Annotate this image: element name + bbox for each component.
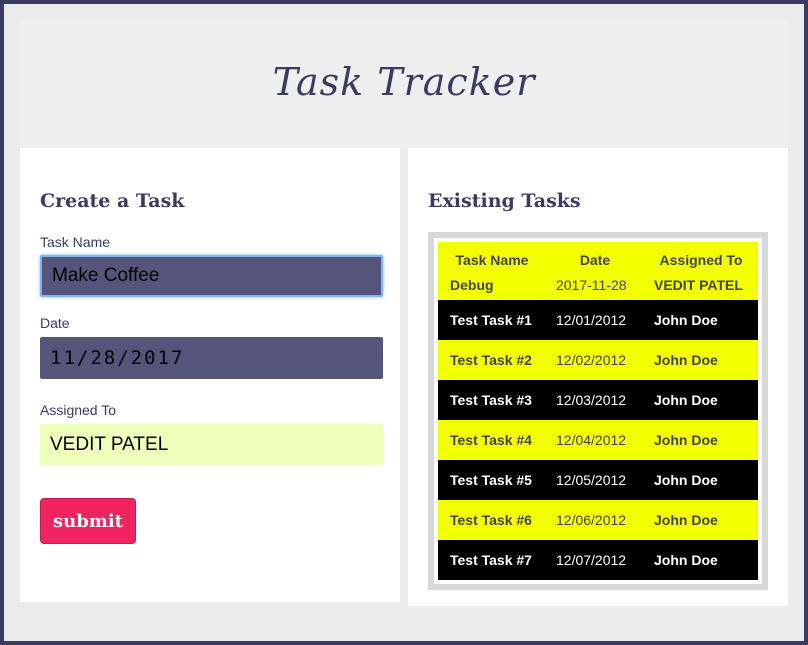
- task-date-cell: 12/02/2012: [556, 352, 627, 368]
- date-input[interactable]: 11/28/2017: [40, 337, 383, 379]
- date-label: Date: [40, 315, 70, 331]
- column-header-date: Date: [579, 252, 611, 268]
- tasks-table: Task Name Date Assigned To Debug 2017-11…: [438, 242, 758, 580]
- page-header: Task Tracker: [20, 20, 788, 148]
- task-assigned-cell: John Doe: [654, 472, 718, 488]
- task-name-label: Task Name: [40, 234, 111, 250]
- table-row: Test Task #5 12/05/2012 John Doe: [438, 460, 758, 500]
- assigned-to-value: VEDIT PATEL: [50, 433, 169, 455]
- task-name-cell: Test Task #1: [450, 312, 532, 328]
- task-name-input[interactable]: Make Coffee: [40, 255, 383, 297]
- task-assigned-cell: John Doe: [654, 432, 718, 448]
- task-date-cell: 2017-11-28: [556, 277, 627, 293]
- task-name-cell: Test Task #2: [450, 352, 532, 368]
- table-row: Test Task #4 12/04/2012 John Doe: [438, 420, 758, 460]
- table-row: Test Task #6 12/06/2012 John Doe: [438, 500, 758, 540]
- task-name-cell: Debug: [450, 277, 494, 293]
- table-row: Test Task #1 12/01/2012 John Doe: [438, 300, 758, 340]
- task-assigned-cell: John Doe: [654, 392, 718, 408]
- column-header-task-name: Task Name: [455, 252, 529, 268]
- table-header-row: Task Name Date Assigned To: [438, 242, 758, 270]
- task-date-cell: 12/06/2012: [556, 512, 627, 528]
- submit-button[interactable]: submit: [40, 498, 136, 544]
- assigned-to-input[interactable]: VEDIT PATEL: [40, 424, 383, 465]
- task-date-cell: 12/07/2012: [556, 552, 627, 568]
- table-row: Test Task #3 12/03/2012 John Doe: [438, 380, 758, 420]
- page-frame: Task Tracker Create a Task Task Name Mak…: [4, 4, 804, 641]
- existing-tasks-heading: Existing Tasks: [428, 190, 581, 212]
- tasks-table-frame: Task Name Date Assigned To Debug 2017-11…: [428, 232, 768, 590]
- task-date-cell: 12/01/2012: [556, 312, 627, 328]
- task-date-cell: 12/03/2012: [556, 392, 627, 408]
- date-value: 11/28/2017: [50, 347, 185, 369]
- task-name-cell: Test Task #6: [450, 512, 532, 528]
- task-assigned-cell: John Doe: [654, 312, 718, 328]
- task-name-cell: Test Task #7: [450, 552, 532, 568]
- table-row: Debug 2017-11-28 VEDIT PATEL: [438, 270, 758, 300]
- create-task-heading: Create a Task: [40, 190, 185, 212]
- task-name-cell: Test Task #4: [450, 432, 532, 448]
- assigned-to-label: Assigned To: [40, 402, 117, 418]
- page-title: Task Tracker: [272, 60, 536, 104]
- task-assigned-cell: John Doe: [654, 352, 718, 368]
- task-date-cell: 12/04/2012: [556, 432, 627, 448]
- task-assigned-cell: John Doe: [654, 512, 718, 528]
- table-row: Test Task #7 12/07/2012 John Doe: [438, 540, 758, 580]
- task-name-value: Make Coffee: [52, 265, 160, 286]
- column-header-assigned-to: Assigned To: [659, 252, 743, 268]
- task-assigned-cell: VEDIT PATEL: [654, 277, 743, 293]
- task-assigned-cell: John Doe: [654, 552, 718, 568]
- create-task-panel: Create a Task Task Name Make Coffee Date…: [20, 148, 400, 602]
- task-date-cell: 12/05/2012: [556, 472, 627, 488]
- task-name-cell: Test Task #5: [450, 472, 532, 488]
- table-row: Test Task #2 12/02/2012 John Doe: [438, 340, 758, 380]
- task-name-cell: Test Task #3: [450, 392, 532, 408]
- existing-tasks-panel: Existing Tasks Task Name Date Assigned T…: [408, 148, 788, 606]
- tasks-table-inner: Task Name Date Assigned To Debug 2017-11…: [434, 238, 762, 584]
